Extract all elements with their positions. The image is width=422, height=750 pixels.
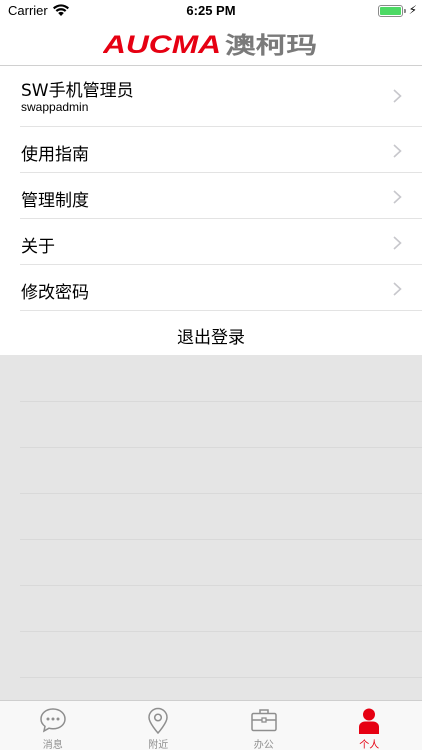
briefcase-icon — [251, 709, 277, 732]
tab-label: 办公 — [253, 740, 274, 750]
battery-fill — [380, 7, 401, 15]
chevron-right-icon — [393, 190, 402, 204]
person-icon — [359, 708, 380, 734]
menu-item-label: 关于 — [21, 237, 55, 257]
chevron-right-icon — [393, 89, 402, 103]
chevron-right-icon — [393, 282, 402, 296]
chevron-right-icon — [393, 236, 402, 250]
menu-item-about[interactable]: 关于 — [20, 219, 422, 265]
tab-nearby[interactable]: 附近 — [106, 701, 212, 750]
logo-latin-text: AUCMA — [103, 31, 221, 57]
menu-item-label: 使用指南 — [21, 145, 89, 165]
separator-line — [20, 401, 422, 402]
charging-icon: ⚡ — [408, 3, 417, 17]
separator-line — [20, 493, 422, 494]
menu-item-label: 管理制度 — [21, 191, 89, 211]
status-bar: Carrier 6:25 PM ⚡ — [0, 0, 422, 22]
tab-profile[interactable]: 个人 — [317, 701, 422, 750]
settings-list: SW手机管理员 swappadmin 使用指南 管理制度 关于 修改密码 退出登… — [0, 66, 422, 356]
logout-button[interactable]: 退出登录 — [0, 311, 422, 356]
logo-chinese-text: 澳柯玛 — [225, 33, 317, 57]
tab-messages[interactable]: 消息 — [0, 701, 106, 750]
message-icon — [39, 708, 66, 733]
tab-office[interactable]: 办公 — [211, 701, 317, 750]
logout-label: 退出登录 — [177, 328, 245, 348]
tab-label: 消息 — [42, 740, 63, 750]
separator-line — [20, 585, 422, 586]
separator-line — [20, 677, 422, 678]
nav-header: AUCMA 澳柯玛 — [0, 22, 422, 66]
chevron-right-icon — [393, 144, 402, 158]
profile-name: SW手机管理员 — [21, 81, 134, 101]
profile-row[interactable]: SW手机管理员 swappadmin — [20, 66, 422, 127]
empty-list-area — [0, 355, 422, 700]
separator-line — [20, 539, 422, 540]
menu-item-guide[interactable]: 使用指南 — [20, 127, 422, 173]
menu-item-change-password[interactable]: 修改密码 — [20, 265, 422, 311]
clock: 6:25 PM — [186, 3, 236, 18]
separator-line — [20, 631, 422, 632]
profile-username: swappadmin — [21, 100, 89, 114]
tab-label: 附近 — [148, 740, 169, 750]
menu-item-regulations[interactable]: 管理制度 — [20, 173, 422, 219]
menu-item-label: 修改密码 — [21, 283, 89, 303]
battery-icon — [378, 5, 403, 17]
location-pin-icon — [148, 707, 169, 735]
battery-cap — [404, 9, 406, 13]
separator-line — [20, 447, 422, 448]
tab-label: 个人 — [359, 740, 380, 750]
tab-bar: 消息 附近 办公 个人 — [0, 700, 422, 750]
aucma-logo: AUCMA 澳柯玛 — [0, 31, 422, 59]
